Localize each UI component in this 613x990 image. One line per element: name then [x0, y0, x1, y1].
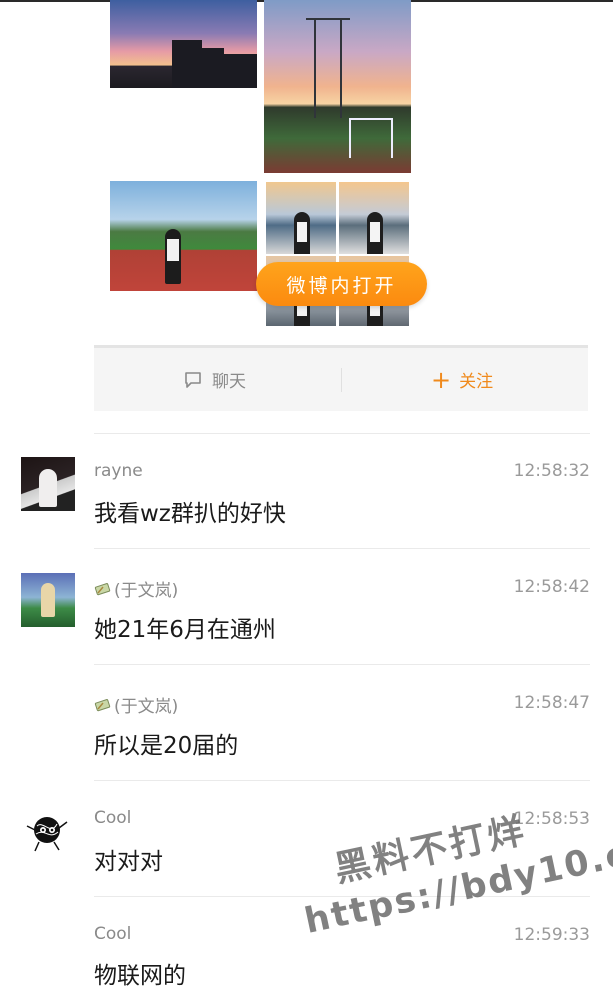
divider — [94, 896, 590, 897]
divider — [94, 433, 590, 434]
message-time: 12:58:32 — [513, 461, 590, 481]
money-emoji-icon — [94, 698, 111, 711]
sender-name[interactable]: (于文岚) — [94, 692, 178, 717]
post-photo-power-tower[interactable] — [264, 0, 411, 173]
chat-bubble-icon — [185, 371, 201, 388]
sender-name-text: (于文岚) — [114, 697, 179, 717]
post-photo-grid-1[interactable] — [266, 182, 336, 254]
sender-name[interactable]: (于文岚) — [94, 576, 178, 601]
post-photo-track-field[interactable] — [110, 181, 257, 291]
divider — [94, 664, 590, 665]
plus-icon: + — [431, 365, 452, 394]
follow-button[interactable]: + 关注 — [431, 348, 493, 411]
avatar[interactable] — [21, 806, 75, 860]
message-text: 我看wz群扒的好快 — [94, 501, 286, 527]
message-time: 12:58:47 — [513, 693, 590, 713]
post-photo-city-sunset[interactable] — [110, 0, 257, 88]
message-text: 所以是20届的 — [94, 733, 239, 759]
watermark: 黑料不打烊 https://bdy10.co — [290, 781, 613, 942]
divider — [94, 548, 590, 549]
message-text: 物联网的 — [94, 963, 186, 989]
message-time: 12:58:42 — [513, 577, 590, 597]
message-text: 她21年6月在通州 — [94, 617, 276, 643]
action-divider — [341, 368, 342, 392]
divider — [94, 780, 590, 781]
sender-name[interactable]: Cool — [94, 808, 131, 828]
message-text: 对对对 — [94, 849, 163, 875]
watermark-line-1: 黑料不打烊 — [330, 809, 531, 891]
avatar[interactable] — [21, 457, 75, 511]
avatar[interactable] — [21, 573, 75, 627]
message-time: 12:59:33 — [513, 925, 590, 945]
follow-label: 关注 — [459, 372, 494, 392]
chat-label: 聊天 — [212, 372, 246, 392]
sender-name[interactable]: Cool — [94, 924, 131, 944]
message-time: 12:58:53 — [513, 809, 590, 829]
scribble-creature-icon — [26, 817, 68, 852]
post-photo-grid-2[interactable] — [339, 182, 409, 254]
open-in-weibo-button[interactable]: 微博内打开 — [256, 262, 427, 306]
chat-button[interactable]: 聊天 — [184, 348, 246, 411]
money-emoji-icon — [94, 582, 111, 595]
post-action-bar: 聊天 + 关注 — [94, 345, 588, 411]
sender-name-text: (于文岚) — [114, 581, 179, 601]
sender-name[interactable]: rayne — [94, 461, 143, 481]
